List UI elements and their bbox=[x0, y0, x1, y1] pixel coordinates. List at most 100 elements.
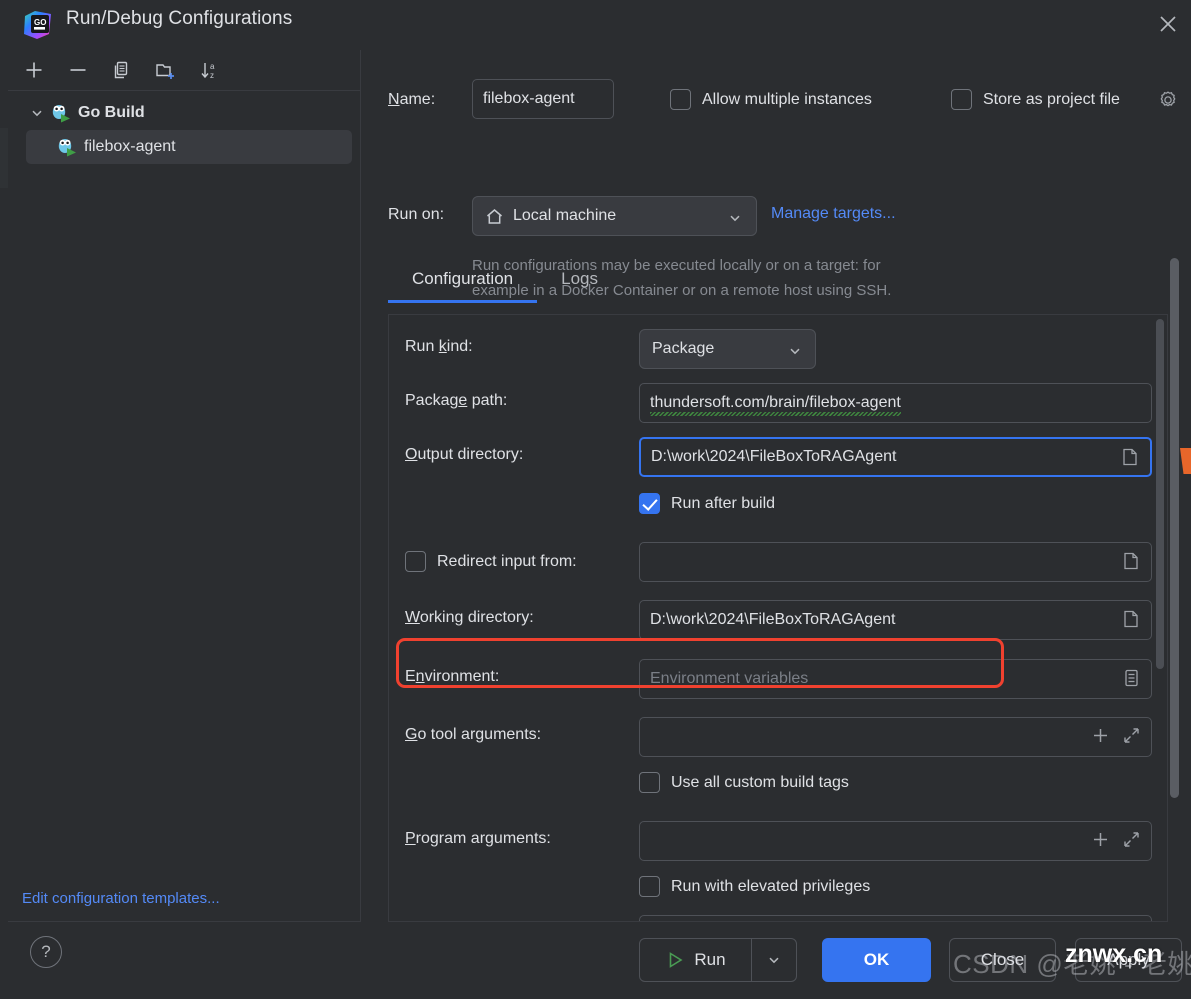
edit-configuration-templates-link[interactable]: Edit configuration templates... bbox=[22, 890, 220, 907]
name-input[interactable] bbox=[472, 79, 614, 119]
editor-tabs: Configuration Logs bbox=[388, 265, 1168, 315]
use-all-custom-build-tags-checkbox[interactable]: Use all custom build tags bbox=[639, 772, 849, 793]
checkbox-box[interactable] bbox=[639, 772, 660, 793]
folder-browse-icon[interactable] bbox=[1120, 447, 1140, 467]
expand-icon[interactable] bbox=[1122, 830, 1141, 849]
go-gopher-run-icon bbox=[56, 137, 78, 157]
expand-icon[interactable] bbox=[1122, 726, 1141, 745]
package-path-input[interactable]: thundersoft.com/brain/filebox-agent bbox=[639, 383, 1152, 423]
run-debug-configurations-dialog: GO Run/Debug Configurations a z Go Build… bbox=[0, 0, 1191, 999]
chevron-down-icon[interactable] bbox=[728, 211, 742, 230]
run-dropdown-button[interactable] bbox=[752, 939, 796, 981]
environment-input[interactable]: Environment variables bbox=[639, 659, 1152, 699]
home-icon bbox=[485, 207, 504, 226]
form-scrollbar-thumb[interactable] bbox=[1156, 319, 1164, 669]
close-button[interactable]: Close bbox=[949, 938, 1056, 982]
ok-button[interactable]: OK bbox=[822, 938, 931, 982]
edge-artifact bbox=[0, 128, 8, 188]
run-kind-dropdown[interactable]: Package bbox=[639, 329, 816, 369]
checkbox-box[interactable] bbox=[405, 551, 426, 572]
next-field-partial[interactable] bbox=[639, 915, 1152, 921]
run-on-label: Run on: bbox=[388, 206, 445, 223]
working-directory-row: Working directory: D:\work\2024\FileBoxT… bbox=[389, 600, 1167, 640]
store-as-project-file-label: Store as project file bbox=[983, 90, 1120, 108]
environment-placeholder: Environment variables bbox=[650, 670, 809, 687]
title-bar: GO Run/Debug Configurations bbox=[0, 0, 1191, 50]
dialog-scrollbar[interactable] bbox=[1170, 258, 1180, 918]
allow-multiple-instances-checkbox[interactable]: Allow multiple instances bbox=[670, 89, 872, 110]
window-title: Run/Debug Configurations bbox=[66, 8, 293, 29]
working-directory-input[interactable]: D:\work\2024\FileBoxToRAGAgent bbox=[639, 600, 1152, 640]
configuration-form: Run kind: Package Package path: thunders… bbox=[388, 315, 1168, 922]
program-arguments-row: Program arguments: bbox=[389, 821, 1167, 861]
checkbox-box[interactable] bbox=[639, 876, 660, 897]
close-icon[interactable] bbox=[1145, 0, 1191, 48]
run-kind-label: Run kind: bbox=[405, 338, 473, 355]
output-directory-label: Output directory: bbox=[405, 446, 524, 463]
environment-list-icon[interactable] bbox=[1121, 668, 1141, 688]
working-directory-label: Working directory: bbox=[405, 609, 534, 626]
sort-alpha-icon[interactable]: a z bbox=[196, 56, 224, 84]
environment-row: Environment: Environment variables bbox=[389, 659, 1167, 699]
manage-targets-link[interactable]: Manage targets... bbox=[771, 205, 896, 223]
sidebar-toolbar: a z bbox=[8, 50, 361, 91]
package-path-value: thundersoft.com/brain/filebox-agent bbox=[650, 394, 901, 416]
tab-logs[interactable]: Logs bbox=[537, 265, 622, 302]
allow-multiple-instances-label: Allow multiple instances bbox=[702, 90, 872, 108]
checkbox-box[interactable] bbox=[670, 89, 691, 110]
tree-item-filebox-agent[interactable]: filebox-agent bbox=[26, 130, 352, 164]
chevron-down-icon[interactable] bbox=[788, 344, 802, 363]
play-triangle-icon bbox=[665, 950, 685, 970]
help-button[interactable]: ? bbox=[30, 936, 62, 968]
remove-configuration-button[interactable] bbox=[64, 56, 92, 84]
program-arguments-label: Program arguments: bbox=[405, 830, 551, 847]
output-directory-input[interactable]: D:\work\2024\FileBoxToRAGAgent bbox=[639, 437, 1152, 477]
apply-button[interactable]: Apply bbox=[1075, 938, 1182, 982]
go-tool-arguments-row: Go tool arguments: bbox=[389, 717, 1167, 757]
tree-group-go-build[interactable]: Go Build bbox=[8, 96, 361, 130]
program-arguments-input[interactable] bbox=[639, 821, 1152, 861]
package-path-label: Package path: bbox=[405, 392, 508, 409]
run-with-elevated-privileges-checkbox[interactable]: Run with elevated privileges bbox=[639, 876, 870, 897]
chevron-down-icon[interactable] bbox=[30, 106, 44, 120]
go-tool-arguments-label: Go tool arguments: bbox=[405, 726, 542, 743]
svg-text:z: z bbox=[210, 71, 214, 80]
run-after-build-checkbox[interactable]: Run after build bbox=[639, 493, 775, 514]
store-as-project-file-checkbox[interactable]: Store as project file bbox=[951, 89, 1120, 110]
dialog-scrollbar-thumb[interactable] bbox=[1170, 258, 1179, 798]
configuration-tree: Go Build filebox-agent bbox=[8, 96, 361, 164]
configuration-editor: Name: Allow multiple instances Store as … bbox=[382, 50, 1191, 922]
redirect-input-row: Redirect input from: bbox=[389, 542, 1167, 582]
configurations-sidebar: a z Go Build filebox-agent Edit configur… bbox=[8, 50, 361, 922]
svg-text:GO: GO bbox=[34, 18, 46, 27]
output-directory-row: Output directory: D:\work\2024\FileBoxTo… bbox=[389, 437, 1167, 477]
redirect-input-checkbox[interactable]: Redirect input from: bbox=[405, 551, 577, 572]
run-on-value: Local machine bbox=[513, 207, 617, 224]
run-after-build-label: Run after build bbox=[671, 494, 776, 512]
package-path-row: Package path: thundersoft.com/brain/file… bbox=[389, 383, 1167, 423]
copy-configuration-button[interactable] bbox=[108, 56, 136, 84]
checkbox-box[interactable] bbox=[951, 89, 972, 110]
redirect-input-field[interactable] bbox=[639, 542, 1152, 582]
run-button[interactable]: Run bbox=[639, 938, 797, 982]
checkbox-box[interactable] bbox=[639, 493, 660, 514]
working-directory-value: D:\work\2024\FileBoxToRAGAgent bbox=[650, 611, 896, 628]
add-configuration-button[interactable] bbox=[20, 56, 48, 84]
environment-label: Environment: bbox=[405, 668, 500, 685]
redirect-input-label: Redirect input from: bbox=[437, 552, 577, 570]
plus-icon[interactable] bbox=[1091, 726, 1110, 745]
dialog-footer: ? Run OK Close Apply bbox=[0, 922, 1191, 999]
use-all-custom-build-tags-label: Use all custom build tags bbox=[671, 773, 849, 791]
run-kind-row: Run kind: Package bbox=[389, 329, 1167, 369]
tree-group-label: Go Build bbox=[78, 104, 145, 121]
tab-configuration[interactable]: Configuration bbox=[388, 265, 538, 303]
folder-browse-icon[interactable] bbox=[1121, 551, 1141, 571]
go-tool-arguments-input[interactable] bbox=[639, 717, 1152, 757]
run-with-elevated-privileges-label: Run with elevated privileges bbox=[671, 877, 871, 895]
run-on-dropdown[interactable]: Local machine bbox=[472, 196, 757, 236]
gear-icon[interactable] bbox=[1157, 89, 1179, 116]
new-folder-icon[interactable] bbox=[152, 56, 180, 84]
folder-browse-icon[interactable] bbox=[1121, 609, 1141, 629]
name-label: Name: bbox=[388, 91, 436, 108]
plus-icon[interactable] bbox=[1091, 830, 1110, 849]
